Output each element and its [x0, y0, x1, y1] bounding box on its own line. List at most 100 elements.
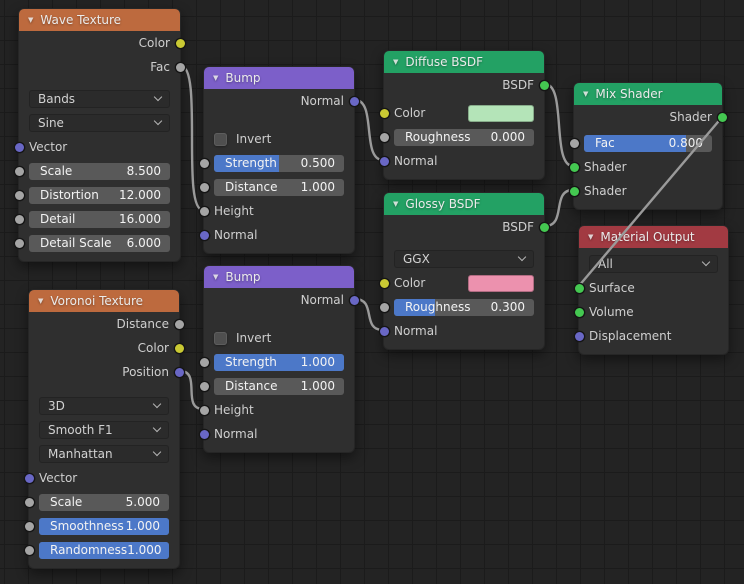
- input-socket-distortion[interactable]: [14, 190, 24, 200]
- input-socket-displacement[interactable]: [574, 331, 584, 341]
- input-socket-vector[interactable]: [14, 142, 24, 152]
- collapse-icon[interactable]: ▼: [213, 74, 218, 82]
- output-row-bsdf: BSDF: [384, 73, 549, 97]
- smoothness-slider[interactable]: Smoothness 1.000: [39, 517, 169, 535]
- wave-type-dropdown[interactable]: Bands: [29, 90, 170, 108]
- socket-label: Position: [122, 365, 169, 379]
- input-socket-randomness[interactable]: [24, 545, 34, 555]
- output-socket-normal[interactable]: [349, 295, 359, 305]
- node-header-bump-2[interactable]: ▼ Bump: [204, 266, 354, 288]
- invert-checkbox[interactable]: [214, 331, 227, 345]
- wave-profile-dropdown[interactable]: Sine: [29, 114, 170, 132]
- input-socket-distance[interactable]: [199, 381, 209, 391]
- input-socket-color[interactable]: [379, 108, 389, 118]
- node-header-diffuse-bsdf[interactable]: ▼ Diffuse BSDF: [384, 51, 544, 73]
- output-socket-normal[interactable]: [349, 96, 359, 106]
- input-socket-strength[interactable]: [199, 357, 209, 367]
- fac-slider[interactable]: Fac 0.800: [584, 134, 712, 152]
- socket-label: Shader: [584, 184, 627, 198]
- input-socket-distance[interactable]: [199, 182, 209, 192]
- input-socket-fac[interactable]: [569, 138, 579, 148]
- node-header-voronoi-texture[interactable]: ▼ Voronoi Texture: [29, 290, 179, 312]
- node-editor-canvas[interactable]: ▼ Wave Texture Color Fac Bands Sine Vect…: [0, 0, 744, 584]
- chevron-down-icon: [152, 447, 162, 457]
- output-socket-position[interactable]: [174, 367, 184, 377]
- input-socket-height[interactable]: [199, 206, 209, 216]
- node-header-glossy-bsdf[interactable]: ▼ Glossy BSDF: [384, 193, 544, 215]
- invert-checkbox[interactable]: [214, 132, 227, 146]
- roughness-slider[interactable]: Roughness 0.000: [394, 128, 534, 146]
- output-socket-fac[interactable]: [175, 62, 185, 72]
- node-voronoi-texture[interactable]: ▼ Voronoi Texture Distance Color Positio…: [24, 289, 184, 569]
- color-swatch[interactable]: [468, 104, 534, 122]
- node-header-wave-texture[interactable]: ▼ Wave Texture: [19, 9, 180, 31]
- input-socket-strength[interactable]: [199, 158, 209, 168]
- socket-label: Distance: [116, 317, 169, 331]
- collapse-icon[interactable]: ▼: [213, 273, 218, 281]
- node-header-material-output[interactable]: ▼ Material Output: [579, 226, 728, 248]
- input-socket-shader-2[interactable]: [569, 186, 579, 196]
- scale-slider[interactable]: Scale 8.500: [29, 162, 170, 180]
- input-socket-volume[interactable]: [574, 307, 584, 317]
- collapse-icon[interactable]: ▼: [588, 233, 593, 241]
- detail-scale-slider[interactable]: Detail Scale 6.000: [29, 234, 170, 252]
- slider-label: Detail Scale: [40, 236, 112, 250]
- dimensions-dropdown[interactable]: 3D: [39, 397, 169, 415]
- collapse-icon[interactable]: ▼: [393, 58, 398, 66]
- distance-metric-dropdown[interactable]: Manhattan: [39, 445, 169, 463]
- input-socket-shader-1[interactable]: [569, 162, 579, 172]
- collapse-icon[interactable]: ▼: [393, 200, 398, 208]
- distribution-dropdown[interactable]: GGX: [394, 250, 534, 268]
- strength-slider[interactable]: Strength 1.000: [214, 353, 344, 371]
- collapse-icon[interactable]: ▼: [28, 16, 33, 24]
- roughness-slider[interactable]: Roughness 0.300: [394, 298, 534, 316]
- randomness-slider[interactable]: Randomness 1.000: [39, 541, 169, 559]
- output-row-color: Color: [29, 336, 184, 360]
- node-bump-1[interactable]: ▼ Bump Normal Invert Strength 0.500 Dist…: [199, 66, 359, 254]
- target-dropdown[interactable]: All: [589, 255, 718, 273]
- input-row-strength: Strength 0.500: [199, 151, 354, 175]
- node-diffuse-bsdf[interactable]: ▼ Diffuse BSDF BSDF Color Roughness 0.00…: [379, 50, 549, 180]
- input-socket-normal[interactable]: [379, 156, 389, 166]
- strength-slider[interactable]: Strength 0.500: [214, 154, 344, 172]
- node-header-mix-shader[interactable]: ▼ Mix Shader: [574, 83, 722, 105]
- node-material-output[interactable]: ▼ Material Output All Surface Volume Dis…: [574, 225, 729, 355]
- input-socket-vector[interactable]: [24, 473, 34, 483]
- input-socket-height[interactable]: [199, 405, 209, 415]
- input-socket-roughness[interactable]: [379, 302, 389, 312]
- node-title: Bump: [225, 270, 261, 284]
- distance-slider[interactable]: Distance 1.000: [214, 377, 344, 395]
- input-socket-color[interactable]: [379, 278, 389, 288]
- node-bump-2[interactable]: ▼ Bump Normal Invert Strength 1.000 Dist…: [199, 265, 359, 453]
- output-socket-bsdf[interactable]: [539, 80, 549, 90]
- node-wave-texture[interactable]: ▼ Wave Texture Color Fac Bands Sine Vect…: [14, 8, 185, 262]
- node-mix-shader[interactable]: ▼ Mix Shader Shader Fac 0.800 Shader Sha…: [569, 82, 727, 210]
- input-socket-scale[interactable]: [24, 497, 34, 507]
- color-swatch[interactable]: [468, 274, 534, 292]
- node-header-bump-1[interactable]: ▼ Bump: [204, 67, 354, 89]
- output-socket-color[interactable]: [175, 38, 185, 48]
- collapse-icon[interactable]: ▼: [38, 297, 43, 305]
- scale-slider[interactable]: Scale 5.000: [39, 493, 169, 511]
- output-socket-distance[interactable]: [174, 319, 184, 329]
- input-socket-smoothness[interactable]: [24, 521, 34, 531]
- input-socket-surface[interactable]: [574, 283, 584, 293]
- input-socket-detail[interactable]: [14, 214, 24, 224]
- distance-slider[interactable]: Distance 1.000: [214, 178, 344, 196]
- output-socket-color[interactable]: [174, 343, 184, 353]
- input-row-vector: Vector: [14, 135, 180, 159]
- input-socket-scale[interactable]: [14, 166, 24, 176]
- input-socket-roughness[interactable]: [379, 132, 389, 142]
- input-socket-normal[interactable]: [199, 429, 209, 439]
- input-row-distortion: Distortion 12.000: [14, 183, 180, 207]
- input-socket-normal[interactable]: [379, 326, 389, 336]
- input-socket-detail-scale[interactable]: [14, 238, 24, 248]
- collapse-icon[interactable]: ▼: [583, 90, 588, 98]
- distortion-slider[interactable]: Distortion 12.000: [29, 186, 170, 204]
- detail-slider[interactable]: Detail 16.000: [29, 210, 170, 228]
- output-socket-shader[interactable]: [717, 112, 727, 122]
- node-glossy-bsdf[interactable]: ▼ Glossy BSDF BSDF GGX Color Roughness 0…: [379, 192, 549, 350]
- input-socket-normal[interactable]: [199, 230, 209, 240]
- output-socket-bsdf[interactable]: [539, 222, 549, 232]
- feature-dropdown[interactable]: Smooth F1: [39, 421, 169, 439]
